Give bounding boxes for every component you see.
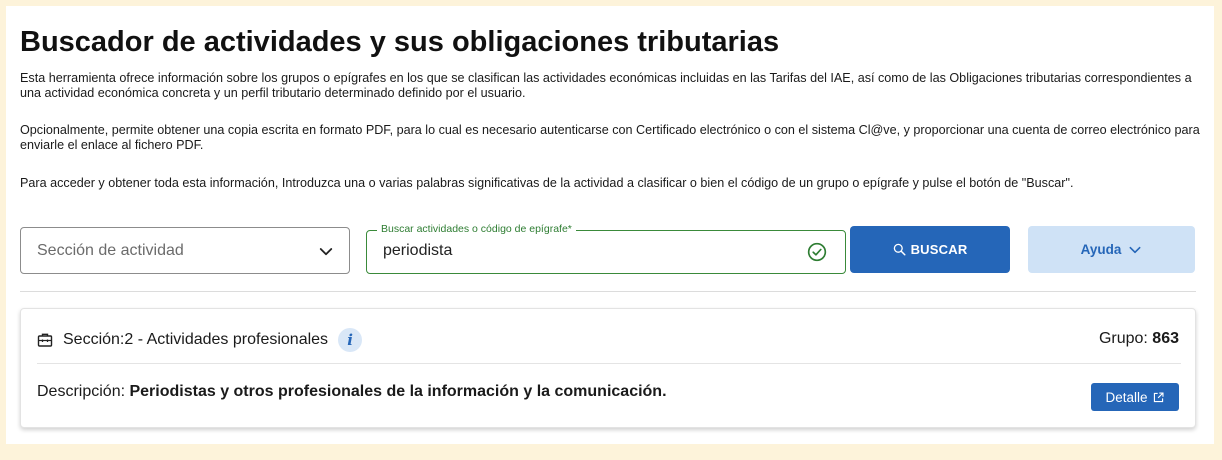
section-prefix: Sección: (63, 331, 125, 348)
search-icon (893, 243, 906, 256)
section-value: 2 - Actividades profesionales (124, 331, 329, 348)
group-value: 863 (1152, 330, 1179, 347)
section-select[interactable]: Sección de actividad (20, 227, 350, 274)
search-field-value[interactable]: periodista (383, 242, 452, 260)
page-title: Buscador de actividades y sus obligacion… (20, 26, 780, 58)
ayuda-button-label: Ayuda (1080, 242, 1122, 257)
section-select-placeholder: Sección de actividad (37, 242, 184, 259)
intro-paragraph-2: Opcionalmente, permite obtener una copia… (20, 123, 1200, 152)
activity-search-input[interactable]: Buscar actividades o código de epígrafe*… (366, 223, 846, 274)
chevron-down-icon (1129, 246, 1141, 253)
detalle-button[interactable]: Detalle (1091, 383, 1179, 411)
external-link-icon (1153, 391, 1164, 402)
description-label: Descripción: (37, 383, 130, 400)
briefcase-icon (37, 333, 53, 347)
detalle-button-label: Detalle (1105, 389, 1148, 405)
group-number: Grupo: 863 (1099, 330, 1179, 348)
intro-paragraph-3: Para acceder y obtener toda esta informa… (20, 176, 1074, 190)
result-section: Sección: 2 - Actividades profesionales i (37, 328, 363, 352)
buscar-button[interactable]: BUSCAR (850, 226, 1010, 273)
info-icon[interactable]: i (338, 328, 363, 352)
description-value: Periodistas y otros profesionales de la … (129, 383, 667, 400)
result-description: Descripción: Periodistas y otros profesi… (37, 383, 667, 401)
result-card: Sección: 2 - Actividades profesionales i… (20, 308, 1196, 428)
main-panel: Buscador de actividades y sus obligacion… (6, 6, 1214, 444)
check-circle-icon (807, 242, 827, 262)
search-field-label: Buscar actividades o código de epígrafe* (377, 223, 576, 235)
ayuda-button[interactable]: Ayuda (1028, 226, 1195, 273)
intro-paragraph-1: Esta herramienta ofrece información sobr… (20, 71, 1192, 100)
divider (20, 291, 1196, 292)
buscar-button-label: BUSCAR (910, 242, 968, 257)
card-divider (37, 363, 1181, 364)
chevron-down-icon (319, 248, 333, 256)
group-label: Grupo: (1098, 330, 1153, 347)
